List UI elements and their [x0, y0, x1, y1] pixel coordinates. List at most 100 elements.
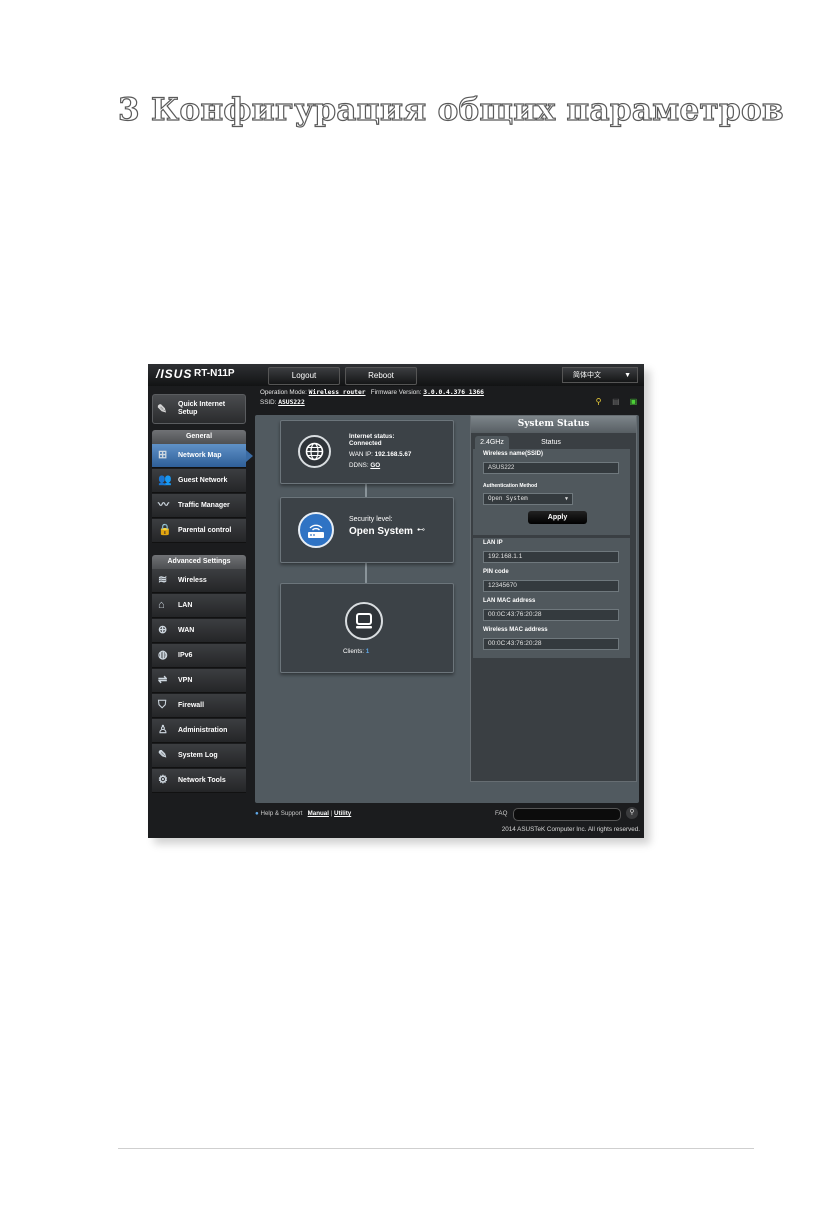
page-footer-rule — [118, 1148, 754, 1149]
wireless-mac-label: Wireless MAC address — [483, 627, 548, 633]
faq-label: FAQ — [495, 810, 508, 817]
network-tools-icon: ⚙ — [158, 774, 168, 786]
wireless-name-input[interactable]: ASUS222 — [483, 462, 619, 474]
lan-info-section: LAN IP 192.168.1.1 PIN code 12345670 LAN… — [473, 538, 630, 658]
sidebar-item-ipv6[interactable]: ◍ IPv6 — [152, 644, 246, 668]
wireless-name-label: Wireless name(SSID) — [483, 451, 543, 457]
internet-status-card[interactable]: Internet status: Connected WAN IP: 192.1… — [280, 420, 454, 484]
pin-code-label: PIN code — [483, 569, 509, 575]
sidebar-item-wireless[interactable]: ≋ Wireless — [152, 569, 246, 593]
manual-link[interactable]: Manual — [308, 810, 329, 817]
sidebar-item-parental-control[interactable]: 🔒 Parental control — [152, 519, 246, 543]
help-support-label: Help & Support — [260, 810, 303, 817]
sidebar-item-label: WAN — [178, 627, 195, 634]
apply-button[interactable]: Apply — [528, 511, 587, 524]
clients-card[interactable]: Clients: 1 — [280, 583, 454, 673]
sidebar-item-label: VPN — [178, 677, 193, 684]
admin-user-icon: ♙ — [158, 724, 168, 736]
pin-code-value: 12345670 — [483, 580, 619, 592]
client-monitor-icon — [345, 602, 383, 640]
firmware-label: Firmware Version: — [370, 389, 422, 396]
sidebar-item-administration[interactable]: ♙ Administration — [152, 719, 246, 743]
sidebar-item-lan[interactable]: ⌂ LAN — [152, 594, 246, 618]
internet-status-value: Connected — [349, 440, 382, 447]
faq-search-input[interactable] — [513, 808, 621, 821]
ssid-link[interactable]: ASUS222 — [278, 399, 305, 406]
sidebar-item-label: Parental control — [178, 527, 232, 534]
shield-icon: ⛉ — [158, 699, 167, 711]
unlock-icon: ⊷ — [417, 525, 425, 534]
reboot-button[interactable]: Reboot — [345, 367, 417, 385]
sidebar-item-guest-network[interactable]: 👥 Guest Network — [152, 469, 246, 493]
asus-logo: /ISUS — [156, 367, 193, 381]
advanced-settings-header: Advanced Settings — [152, 555, 246, 569]
sidebar-item-traffic-manager[interactable]: 〰 Traffic Manager — [152, 494, 246, 518]
sidebar-item-network-tools[interactable]: ⚙ Network Tools — [152, 769, 246, 793]
magic-wand-icon: ✎ — [157, 402, 168, 416]
sidebar-item-vpn[interactable]: ⇌ VPN — [152, 669, 246, 693]
ddns-go-link[interactable]: GO — [370, 462, 380, 469]
status-icons: ⚲ ▤ ▣ — [594, 391, 642, 409]
sidebar-item-label: Firewall — [178, 702, 205, 709]
top-bar: /ISUS RT-N11P Logout Reboot 简体中文 ▼ — [148, 364, 644, 386]
tab-status[interactable]: Status — [531, 436, 571, 449]
printer-status-icon[interactable]: ▤ — [611, 397, 620, 406]
network-map-icon: ⊞ — [158, 449, 168, 461]
sidebar-item-network-map[interactable]: ⊞ Network Map — [152, 444, 246, 468]
guest-users-icon: 👥 — [158, 474, 172, 486]
sidebar-item-wan[interactable]: ⊕ WAN — [152, 619, 246, 643]
security-level-value: Open System — [349, 526, 413, 537]
vpn-icon: ⇌ — [158, 674, 168, 686]
internet-status-label: Internet status: — [349, 433, 395, 440]
usb-status-icon[interactable]: ⚲ — [594, 397, 603, 406]
chevron-down-icon: ▼ — [564, 496, 568, 502]
logout-button[interactable]: Logout — [268, 367, 340, 385]
traffic-graph-icon: 〰 — [158, 499, 169, 511]
clients-count-link[interactable]: 1 — [366, 648, 370, 655]
authentication-method-label: Authentication Method — [483, 483, 538, 489]
utility-link[interactable]: Utility — [334, 810, 351, 817]
sidebar-item-system-log[interactable]: ✎ System Log — [152, 744, 246, 768]
link-separator: | — [330, 810, 333, 817]
tab-2-4ghz[interactable]: 2.4GHz — [475, 436, 509, 449]
search-icon[interactable]: ⚲ — [626, 807, 638, 819]
security-level-label: Security level: — [349, 516, 393, 523]
wireless-mac-value: 00:0C:43:76:20:28 — [483, 638, 619, 650]
log-document-icon: ✎ — [158, 749, 168, 761]
operation-mode-link[interactable]: Wireless router — [309, 389, 366, 396]
ipv6-globe-icon: ◍ — [158, 649, 168, 661]
language-value: 简体中文 — [573, 372, 601, 379]
sidebar-item-label: System Log — [178, 752, 218, 759]
sidebar-item-firewall[interactable]: ⛉ Firewall — [152, 694, 246, 718]
clients-line: Clients: 1 — [343, 648, 369, 655]
wan-ip-value: 192.168.5.67 — [374, 451, 412, 458]
quick-internet-setup-label: Quick Internet Setup — [178, 401, 226, 416]
network-status-icon[interactable]: ▣ — [629, 397, 638, 406]
help-support-bar: ● Help & Support Manual | Utility — [255, 810, 351, 817]
sidebar-item-label: IPv6 — [178, 652, 193, 659]
sidebar-item-label: LAN — [178, 602, 193, 609]
general-header: General — [152, 430, 246, 444]
operation-mode-line: Operation Mode: Wireless router Firmware… — [260, 389, 484, 396]
language-select[interactable]: 简体中文 ▼ — [562, 367, 638, 383]
lock-icon: 🔒 — [158, 524, 172, 536]
ddns-line: DDNS: GO — [349, 462, 381, 469]
lan-ip-label: LAN IP — [483, 540, 503, 546]
globe-icon: ⊕ — [158, 624, 168, 636]
lan-mac-value: 00:0C:43:76:20:28 — [483, 609, 619, 621]
ssid-label: SSID: — [260, 399, 277, 406]
firmware-link[interactable]: 3.0.0.4.376_1366 — [423, 389, 484, 396]
lan-mac-label: LAN MAC address — [483, 598, 536, 604]
wireless-settings-section: Wireless name(SSID) ASUS222 Authenticati… — [473, 449, 630, 535]
ssid-line: SSID: ASUS222 — [260, 399, 305, 406]
home-icon: ⌂ — [158, 599, 165, 611]
active-item-pointer — [246, 450, 253, 462]
sidebar-item-label: Wireless — [178, 577, 207, 584]
router-icon — [298, 512, 334, 548]
operation-mode-label: Operation Mode: — [260, 389, 307, 396]
security-level-card[interactable]: Security level: Open System ⊷ — [280, 497, 454, 563]
quick-internet-setup-button[interactable]: ✎ Quick Internet Setup — [152, 394, 246, 424]
authentication-method-select[interactable]: Open System ▼ — [483, 493, 573, 505]
router-admin-screenshot: /ISUS RT-N11P Logout Reboot 简体中文 ▼ Opera… — [148, 364, 644, 838]
wan-ip-line: WAN IP: 192.168.5.67 — [349, 451, 412, 458]
